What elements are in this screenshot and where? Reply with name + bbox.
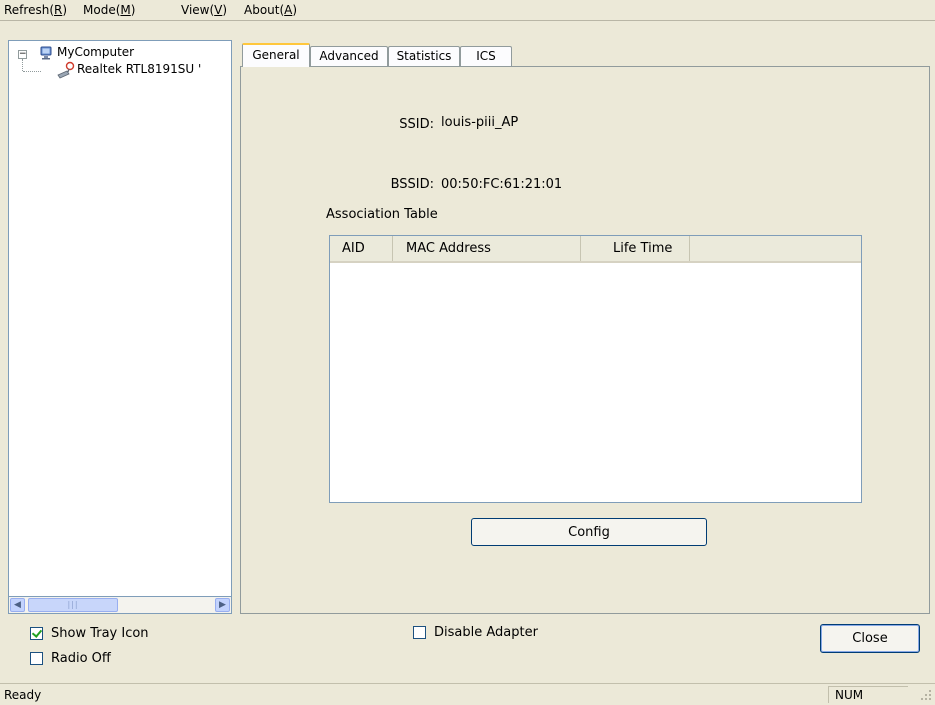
association-table-header: AID MAC Address Life Time [330,236,861,263]
scroll-right-button[interactable]: ▶ [215,598,230,612]
menu-view[interactable]: View(V) [181,3,227,17]
adapter-tree[interactable]: − MyComputer Realtek RTL8191SU ' [8,40,232,614]
menu-about-label: About [244,3,280,17]
tab-general[interactable]: General [242,43,310,67]
column-header-life-time[interactable]: Life Time [581,236,690,261]
menu-view-label: View [181,3,210,17]
status-bar: Ready NUM [0,683,935,705]
tree-node-mycomputer[interactable]: MyComputer [57,45,134,59]
status-text: Ready [4,688,42,702]
menu-mode[interactable]: Mode(M) [83,3,135,17]
show-tray-icon-checkbox[interactable] [30,627,43,640]
column-header-mac-address[interactable]: MAC Address [393,236,581,261]
tree-connector-line [22,59,23,71]
close-button[interactable]: Close [820,624,920,653]
tab-ics[interactable]: ICS [460,46,512,66]
computer-icon [40,46,52,60]
tab-statistics[interactable]: Statistics [388,46,460,66]
menu-about-mnemonic: A [284,3,293,17]
disable-adapter-option[interactable]: Disable Adapter [413,625,538,640]
menu-refresh-label: Refresh [4,3,50,17]
radio-off-label: Radio Off [51,651,111,666]
menu-refresh-mnemonic: R [54,3,63,17]
radio-off-option[interactable]: Radio Off [30,651,111,666]
radio-off-checkbox[interactable] [30,652,43,665]
tree-connector-line [23,71,41,72]
show-tray-icon-label: Show Tray Icon [51,626,149,641]
disable-adapter-checkbox[interactable] [413,626,426,639]
menu-refresh[interactable]: Refresh(R) [4,3,67,17]
disable-adapter-label: Disable Adapter [434,625,538,640]
num-lock-indicator: NUM [828,686,908,703]
association-table[interactable]: AID MAC Address Life Time [329,235,862,503]
menu-about[interactable]: About(A) [244,3,297,17]
resize-grip-icon[interactable] [918,687,932,701]
menu-mode-mnemonic: M [120,3,131,17]
wireless-adapter-icon [57,61,75,79]
menu-view-mnemonic: V [214,3,223,17]
menu-bar: Refresh(R) Mode(M) View(V) About(A) [0,0,935,21]
column-header-aid[interactable]: AID [330,236,393,261]
tree-node-adapter[interactable]: Realtek RTL8191SU ' [77,62,201,76]
bssid-label: BSSID: [390,177,434,192]
collapse-icon[interactable]: − [18,50,27,59]
menu-mode-label: Mode [83,3,116,17]
ssid-value: louis-piii_AP [441,115,519,130]
show-tray-icon-option[interactable]: Show Tray Icon [30,626,149,641]
scroll-left-button[interactable]: ◀ [10,598,25,612]
tree-horizontal-scrollbar[interactable]: ◀ ||| ▶ [8,596,232,614]
tab-advanced[interactable]: Advanced [310,46,388,66]
ssid-label: SSID: [399,117,434,132]
association-table-label: Association Table [326,207,438,222]
bssid-value: 00:50:FC:61:21:01 [441,177,563,192]
config-button[interactable]: Config [471,518,707,546]
scroll-thumb[interactable]: ||| [28,598,118,612]
